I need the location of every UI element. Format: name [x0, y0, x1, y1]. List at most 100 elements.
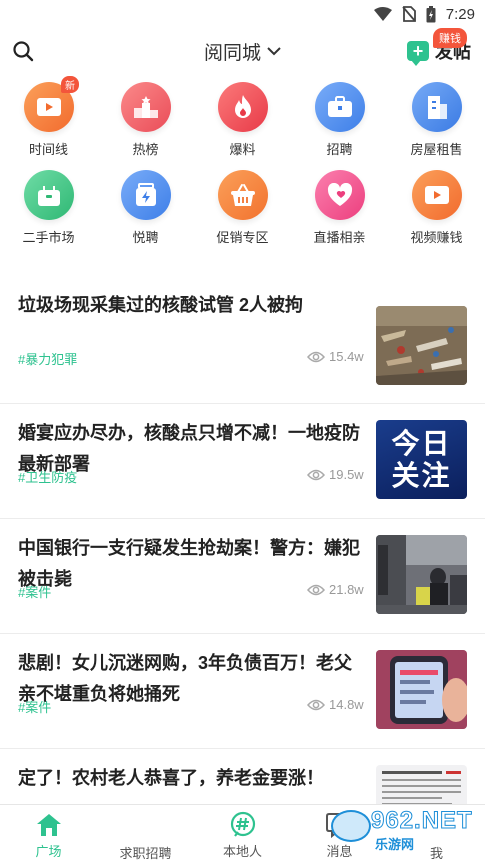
- grid-item-live-dating[interactable]: 直播相亲: [291, 170, 388, 246]
- news-views-count: 14.8w: [329, 697, 364, 712]
- grid-icon-bg: [217, 170, 268, 220]
- watermark-logo: 962.NET 乐游网: [327, 804, 477, 854]
- phone-photo: [376, 650, 467, 729]
- grid-item-label: 时间线: [28, 142, 68, 157]
- grid-item-promotion[interactable]: 促销专区: [194, 170, 291, 246]
- nav-label: 本地人: [222, 844, 262, 859]
- new-badge: 新: [61, 76, 79, 93]
- news-thumbnail: [376, 650, 467, 729]
- grid-item-label: 房屋租售: [410, 142, 463, 157]
- news-tag[interactable]: #案件: [18, 697, 51, 716]
- header: 阅同城 + 发帖 赚钱: [0, 28, 485, 74]
- grid-item-label: 视频赚钱: [410, 230, 463, 245]
- earn-badge: 赚钱: [433, 28, 467, 48]
- status-icons: [373, 5, 436, 23]
- news-thumbnail: [376, 306, 467, 385]
- grid-icon-bg: [120, 170, 171, 220]
- grid-item-label: 促销专区: [216, 230, 269, 245]
- news-views-count: 21.8w: [329, 582, 364, 597]
- grid-item-hot-list[interactable]: 热榜: [97, 82, 194, 158]
- grid-item-recruitment[interactable]: 招聘: [291, 82, 388, 158]
- grid-item-label: 二手市场: [22, 230, 75, 245]
- garbage-photo: [376, 306, 467, 385]
- grid-item-label: 热榜: [132, 142, 159, 157]
- nav-item-locals[interactable]: 本地人: [194, 805, 291, 862]
- briefcase-icon: [327, 96, 352, 117]
- nav-spacer: [132, 815, 160, 840]
- grid-item-timeline[interactable]: 新 时间线: [0, 76, 97, 158]
- lightning-box-icon: [135, 183, 156, 206]
- news-feed: 垃圾场现采集过的核酸试管 2人被拘 #暴力犯罪 15.4w 婚宴应办尽办，核酸点…: [0, 286, 485, 809]
- watermark-text: 962.NET: [371, 807, 473, 835]
- news-views: 14.8w: [307, 697, 364, 712]
- grid-icon-bg: [314, 82, 365, 132]
- battery-icon: [426, 5, 436, 22]
- status-time: 7:29: [445, 5, 475, 23]
- news-views: 19.5w: [307, 467, 364, 482]
- eye-icon: [307, 351, 325, 362]
- city-selector[interactable]: 阅同城: [204, 38, 281, 65]
- grid-item-housing[interactable]: 房屋租售: [388, 82, 485, 158]
- building-icon: [427, 96, 447, 119]
- news-views-count: 19.5w: [329, 467, 364, 482]
- today-focus-line-1: 今日: [391, 426, 452, 460]
- street-photo: [376, 535, 467, 614]
- home-icon: [35, 812, 63, 838]
- fire-icon: [234, 95, 251, 118]
- grid-icon-bg: [314, 170, 365, 220]
- nav-label: 求职招聘: [119, 846, 172, 861]
- news-item[interactable]: 悲剧！女儿沉迷网购，3年负债百万！老父亲不堪重负将她捅死 #案件 14.8w: [0, 634, 485, 749]
- video-icon: [36, 98, 61, 116]
- basket-icon: [230, 184, 255, 206]
- news-thumbnail: [376, 765, 467, 809]
- city-label: 阅同城: [203, 42, 261, 64]
- news-views: 21.8w: [307, 582, 364, 597]
- grid-item-yue-pin[interactable]: 悦聘: [97, 170, 194, 246]
- video-icon: [424, 186, 449, 204]
- grid-item-breaking-news[interactable]: 爆料: [194, 82, 291, 158]
- news-item[interactable]: 中国银行一支行疑发生抢劫案！警方：嫌犯被击毙 #案件 21.8w: [0, 519, 485, 634]
- news-views: 15.4w: [307, 349, 364, 364]
- eye-icon: [307, 699, 325, 710]
- watermark-cloud-icon: [331, 810, 371, 842]
- grid-item-label: 招聘: [326, 142, 353, 157]
- podium-icon: [133, 96, 158, 118]
- grid-icon-bg: [217, 82, 268, 132]
- wifi-icon: [373, 7, 392, 21]
- plus-icon: +: [407, 41, 429, 66]
- news-tag[interactable]: #卫生防疫: [18, 467, 77, 486]
- chevron-down-icon: [267, 47, 281, 56]
- news-title: 定了！农村老人恭喜了，养老金要涨！: [18, 768, 324, 788]
- news-tag[interactable]: #案件: [18, 582, 51, 601]
- grid-icon-bg: [411, 170, 462, 220]
- nav-label: 广场: [35, 844, 62, 859]
- grid-icon-bg: [120, 82, 171, 132]
- search-icon[interactable]: [12, 40, 34, 62]
- document-photo: [376, 765, 467, 809]
- grid-item-second-hand[interactable]: 二手市场: [0, 170, 97, 246]
- box-icon: [37, 186, 60, 206]
- news-thumbnail: [376, 535, 467, 614]
- grid-icon-bg: [23, 170, 74, 220]
- heart-icon: [327, 183, 352, 206]
- news-title: 垃圾场现采集过的核酸试管 2人被拘: [18, 295, 304, 315]
- nav-item-jobs[interactable]: 求职招聘: [97, 805, 194, 862]
- no-sim-icon: [402, 6, 416, 22]
- grid-item-video-earn[interactable]: 视频赚钱: [388, 170, 485, 246]
- eye-icon: [307, 469, 325, 480]
- category-grid: 新 时间线 热榜 爆料 招聘 房屋租售 二手市场 悦聘 促销专区 直播相亲 视频…: [0, 74, 485, 246]
- status-bar: 7:29: [0, 0, 485, 28]
- nav-item-square[interactable]: 广场: [0, 805, 97, 862]
- news-item[interactable]: 垃圾场现采集过的核酸试管 2人被拘 #暴力犯罪 15.4w: [0, 286, 485, 404]
- post-button[interactable]: + 发帖 赚钱: [407, 28, 471, 66]
- news-item[interactable]: 婚宴应办尽办，核酸点只增不减！一地疫防最新部署 #卫生防疫 19.5w 今日 关…: [0, 404, 485, 519]
- hashtag-icon: [229, 811, 257, 838]
- grid-icon-bg: [411, 82, 462, 132]
- news-tag[interactable]: #暴力犯罪: [18, 349, 77, 368]
- grid-item-label: 爆料: [229, 142, 256, 157]
- news-views-count: 15.4w: [329, 349, 364, 364]
- grid-item-label: 悦聘: [132, 230, 159, 245]
- news-item[interactable]: 定了！农村老人恭喜了，养老金要涨！: [0, 749, 485, 809]
- eye-icon: [307, 584, 325, 595]
- news-thumbnail: 今日 关注: [376, 420, 467, 499]
